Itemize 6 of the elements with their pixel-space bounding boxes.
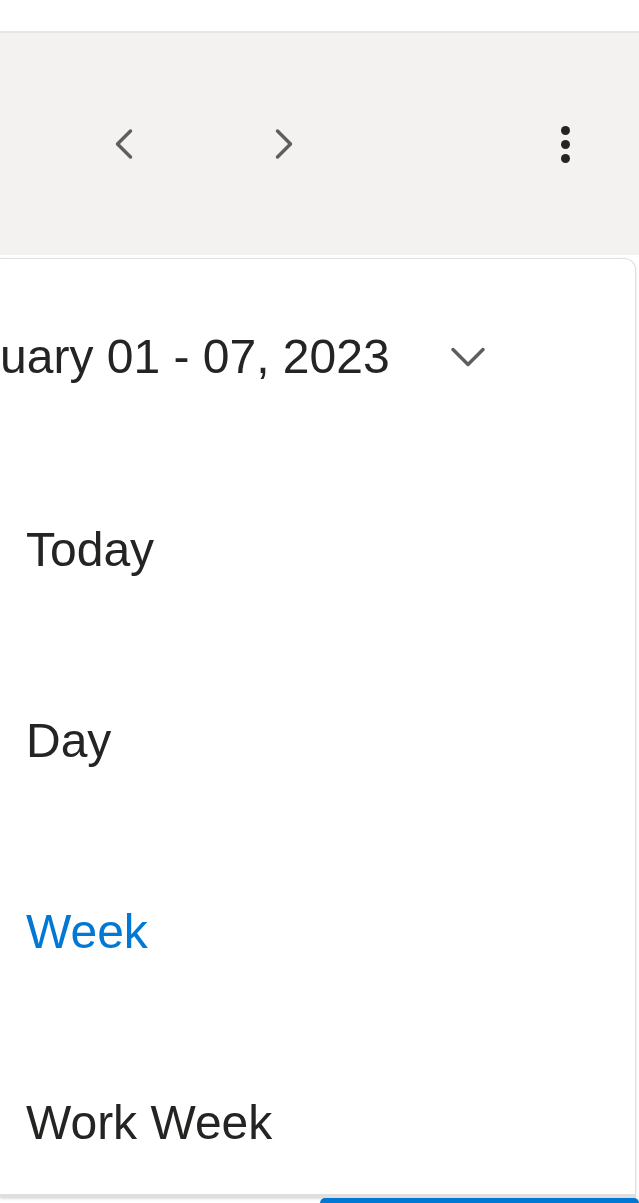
view-menu-item[interactable]: Day [0, 645, 635, 836]
more-icon [560, 125, 570, 163]
date-range-label[interactable]: uary 01 - 07, 2023 [0, 320, 390, 393]
view-menu-item[interactable]: Today [0, 454, 635, 645]
view-menu-item[interactable]: Work Week [0, 1027, 635, 1194]
view-menu-item[interactable]: Week [0, 836, 635, 1027]
